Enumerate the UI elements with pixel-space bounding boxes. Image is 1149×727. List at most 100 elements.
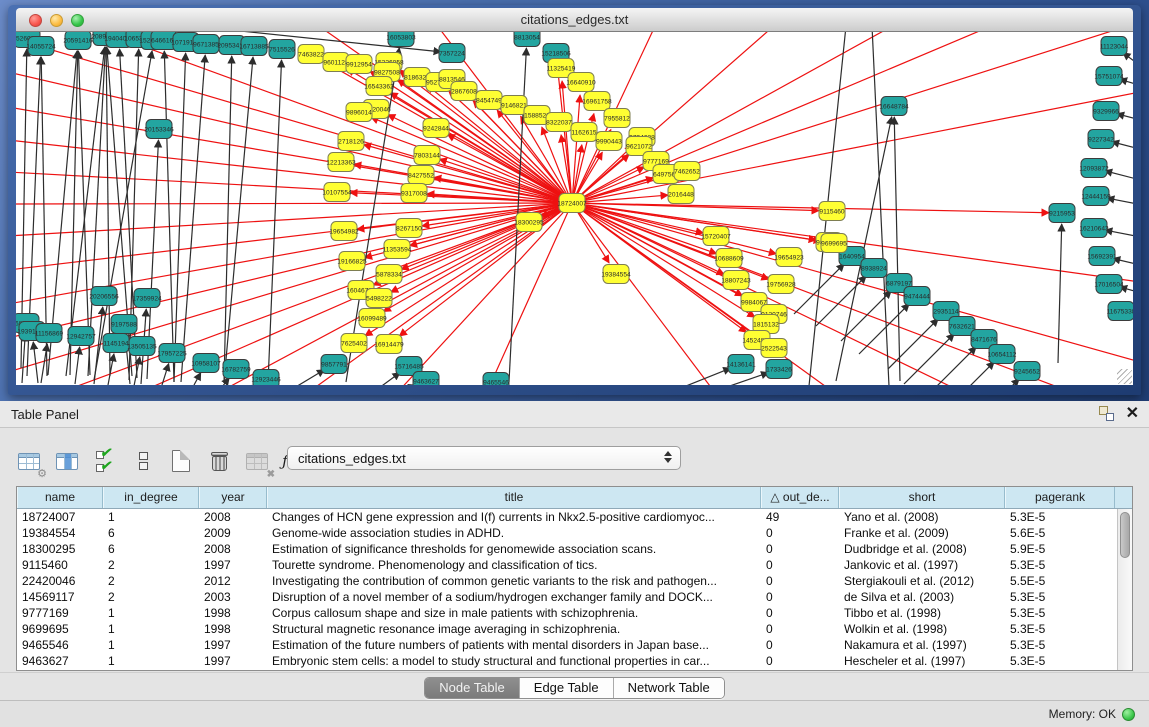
graph-node[interactable]: 16210643 [1079, 219, 1109, 238]
delete-button[interactable] [204, 446, 234, 476]
graph-node[interactable]: 9242844 [423, 119, 449, 138]
graph-node[interactable]: 2718126 [338, 132, 364, 151]
graph-node[interactable]: 16961758 [582, 92, 612, 111]
table-row[interactable]: 911546021997Tourette syndrome. Phenomeno… [17, 557, 1132, 573]
graph-node[interactable]: 18300295 [514, 213, 544, 232]
graph-node[interactable]: 9317008 [401, 184, 427, 203]
graph-node[interactable]: 1733426 [766, 360, 792, 379]
graph-node[interactable]: 19384554 [601, 265, 631, 284]
graph-node[interactable]: 20591416 [63, 32, 93, 50]
graph-node[interactable]: 16640910 [566, 73, 596, 92]
graph-node[interactable]: 11156869 [35, 324, 64, 343]
graph-node[interactable]: 9465546 [483, 373, 509, 386]
graph-node[interactable]: 2016448 [668, 185, 694, 204]
table-row[interactable]: 1456911722003Disruption of a novel membe… [17, 589, 1132, 605]
graph-node[interactable]: 12923446 [251, 370, 281, 386]
graph-node[interactable]: 13505135 [127, 337, 157, 356]
graph-node[interactable]: 7515526 [269, 40, 295, 59]
graph-node[interactable]: 16099489 [357, 309, 387, 328]
table-row[interactable]: 1938455462009Genome-wide association stu… [17, 525, 1132, 541]
graph-hub-node[interactable]: 18724007 [557, 194, 587, 213]
graph-node[interactable]: 11675338 [1107, 302, 1133, 321]
graph-node[interactable]: 9329966 [1093, 102, 1119, 121]
graph-node[interactable]: 10688609 [714, 249, 744, 268]
column-header-pagerank[interactable]: pagerank [1005, 487, 1115, 508]
graph-node[interactable]: 9245652 [1014, 362, 1040, 381]
graph-node[interactable]: 15751074 [1094, 67, 1124, 86]
graph-node[interactable]: 8938924 [861, 259, 887, 278]
graph-node[interactable]: 12942757 [66, 327, 96, 346]
graph-node[interactable]: 17359924 [132, 289, 162, 308]
graph-node[interactable]: 8322037 [546, 113, 572, 132]
column-header-in_degree[interactable]: in_degree [103, 487, 199, 508]
graph-node[interactable]: 7462652 [674, 162, 700, 181]
network-canvas[interactable]: 2526085014055724205914162089140619404056… [16, 32, 1133, 385]
graph-node[interactable]: 20153346 [144, 120, 174, 139]
tab-edge-table[interactable]: Edge Table [520, 678, 614, 698]
graph-node[interactable]: 11123044 [1100, 37, 1129, 56]
graph-node[interactable]: 19654923 [774, 248, 804, 267]
graph-node[interactable]: 9227342 [1088, 130, 1114, 149]
table-row[interactable]: 977716911998Corpus callosum shape and si… [17, 605, 1132, 621]
table-selector-dropdown[interactable]: citations_edges.txt [287, 446, 681, 470]
graph-node[interactable]: 12444159 [1081, 187, 1111, 206]
graph-node[interactable]: 15720407 [701, 227, 731, 246]
graph-node[interactable]: 1145194 [103, 334, 129, 353]
table-settings-button[interactable]: ⚙ [14, 446, 44, 476]
graph-node[interactable]: 12213363 [326, 153, 356, 172]
graph-node[interactable]: 1162615 [571, 123, 597, 142]
graph-node[interactable]: 18807243 [721, 271, 751, 290]
tab-network-table[interactable]: Network Table [614, 678, 724, 698]
new-table-button[interactable] [166, 446, 196, 476]
graph-node[interactable]: 12093872 [1079, 159, 1109, 178]
graph-node[interactable]: 8267150 [396, 219, 422, 238]
graph-node[interactable]: 9699695 [821, 234, 847, 253]
graph-node[interactable]: 5878334 [376, 265, 402, 284]
graph-node[interactable]: 16648784 [879, 97, 909, 116]
graph-node[interactable]: 20206556 [89, 287, 119, 306]
table-row[interactable]: 2242004622012Investigating the contribut… [17, 573, 1132, 589]
row-mode-button[interactable] [128, 446, 158, 476]
graph-node[interactable]: 8454749 [476, 91, 502, 110]
graph-node[interactable]: 9896014 [346, 103, 372, 122]
show-column-button[interactable] [52, 446, 82, 476]
window-resize-grip[interactable] [1117, 369, 1132, 384]
graph-node[interactable]: 16782759 [221, 360, 251, 379]
column-header-name[interactable]: name [17, 487, 103, 508]
table-row[interactable]: 1830029562008Estimation of significance … [17, 541, 1132, 557]
graph-node[interactable]: 19756928 [766, 275, 796, 294]
vertical-scrollbar[interactable] [1117, 509, 1132, 670]
graph-node[interactable]: 17016504 [1094, 275, 1124, 294]
graph-node[interactable]: 9857791 [321, 355, 347, 374]
float-panel-icon[interactable] [1099, 406, 1114, 421]
graph-node[interactable]: 7357224 [439, 44, 465, 63]
graph-node[interactable]: 14136141 [726, 355, 756, 374]
graph-node[interactable]: 9115460 [819, 202, 845, 221]
graph-node[interactable]: 16543362 [364, 77, 394, 96]
column-header-title[interactable]: title [267, 487, 761, 508]
table-row[interactable]: 946554611997Estimation of the future num… [17, 637, 1132, 653]
graph-node[interactable]: 7803144 [414, 146, 440, 165]
window-titlebar[interactable]: citations_edges.txt [16, 8, 1133, 32]
graph-node[interactable]: 9474444 [904, 287, 930, 306]
graph-node[interactable]: 8427552 [408, 166, 434, 185]
column-header-out_de[interactable]: △ out_de... [761, 487, 839, 508]
graph-node[interactable]: 15692391 [1087, 247, 1117, 266]
tab-node-table[interactable]: Node Table [425, 678, 520, 698]
graph-node[interactable]: 2867608 [451, 82, 477, 101]
graph-node[interactable]: 7625402 [341, 334, 367, 353]
graph-node[interactable]: 9912954 [346, 55, 372, 74]
graph-node[interactable]: 16053803 [386, 32, 416, 47]
graph-node[interactable]: 5498222 [366, 289, 392, 308]
graph-node[interactable]: 2522543 [761, 339, 787, 358]
graph-node[interactable]: 14055724 [26, 37, 56, 56]
graph-node[interactable]: 16713885 [239, 37, 269, 56]
table-row[interactable]: 1872400712008Changes of HCN gene express… [17, 509, 1132, 525]
graph-node[interactable]: 19654982 [329, 222, 359, 241]
select-columns-button[interactable]: ✔ ✔ [90, 446, 120, 476]
graph-node[interactable]: 9671385 [193, 35, 219, 54]
graph-node[interactable]: 11353594 [383, 240, 412, 259]
table-row[interactable]: 946362711997Embryonic stem cells: a mode… [17, 653, 1132, 669]
scrollbar-thumb[interactable] [1120, 512, 1130, 558]
graph-node[interactable]: 8813054 [514, 32, 540, 47]
